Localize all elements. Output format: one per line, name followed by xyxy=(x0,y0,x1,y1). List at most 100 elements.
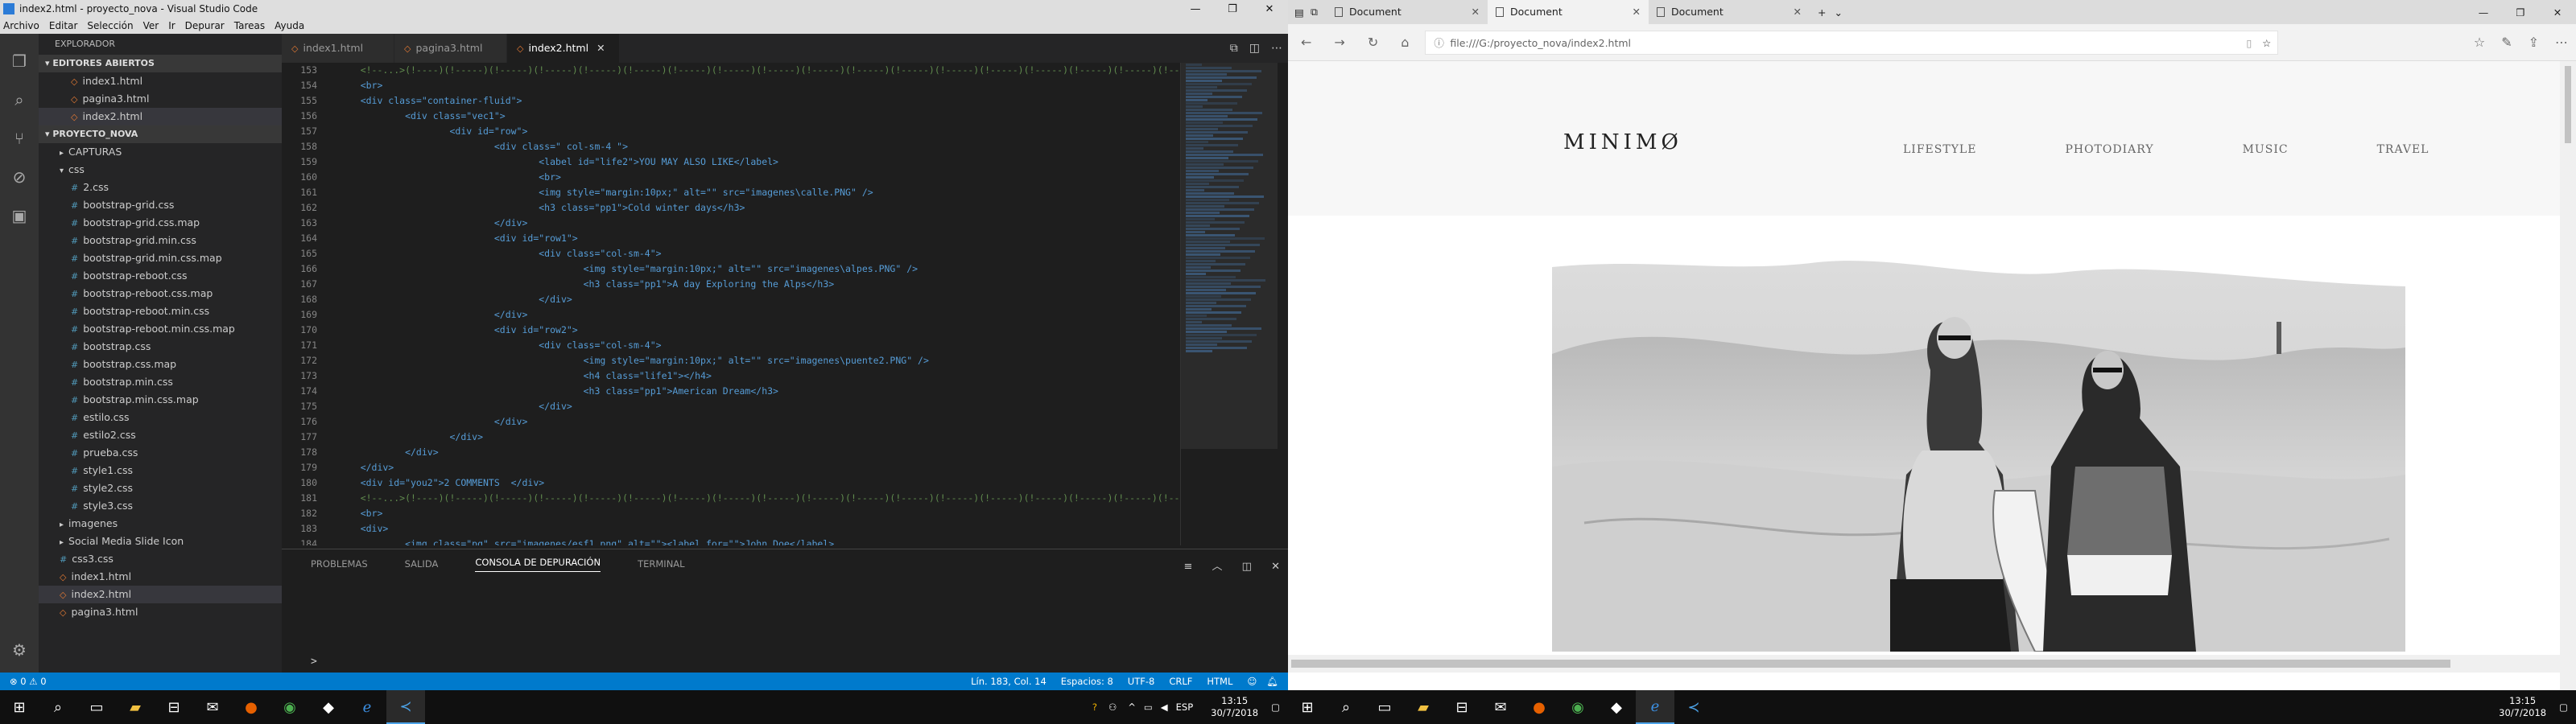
panel-tab[interactable]: TERMINAL xyxy=(638,558,684,570)
open-editors-header[interactable]: ▾ EDITORES ABIERTOS xyxy=(39,55,282,72)
tree-item[interactable]: ▸ CAPTURAS xyxy=(39,143,282,161)
close-button[interactable]: ✕ xyxy=(1251,3,1288,15)
tree-item[interactable]: # bootstrap.min.css.map xyxy=(39,391,282,409)
site-nav-link[interactable]: TRAVEL xyxy=(2377,143,2429,156)
editor-tab[interactable]: ◇ index1.html xyxy=(282,34,394,63)
chrome-icon[interactable]: ◉ xyxy=(270,690,309,724)
tree-item[interactable]: ▾ css xyxy=(39,161,282,179)
code-editor[interactable]: 153 <!--...>(!----)(!-----)(!-----)(!---… xyxy=(282,63,1183,545)
favorites-icon[interactable]: ☆ xyxy=(2474,35,2485,50)
tree-item[interactable]: # bootstrap-reboot.css.map xyxy=(39,285,282,302)
tree-item[interactable]: # style1.css xyxy=(39,462,282,479)
browser-tab-close-icon[interactable]: ✕ xyxy=(1794,0,1802,24)
notes-pen-icon[interactable]: ✎ xyxy=(2501,35,2512,50)
panel-tab[interactable]: SALIDA xyxy=(405,558,439,570)
new-tab-button[interactable]: + xyxy=(1818,6,1826,19)
tree-item[interactable]: # style3.css xyxy=(39,497,282,515)
show-tabs-icon[interactable]: ⧉ xyxy=(1311,6,1327,19)
tree-item[interactable]: # estilo.css xyxy=(39,409,282,426)
start-button[interactable]: ⊞ xyxy=(0,690,39,724)
search-taskbar-icon[interactable]: ⌕ xyxy=(39,690,77,724)
explorer-icon[interactable]: ❐ xyxy=(10,51,29,71)
network-icon[interactable]: ▭ xyxy=(1144,701,1153,713)
feedback-icon[interactable]: ☺ xyxy=(1247,676,1257,687)
extensions-icon[interactable]: ▣ xyxy=(10,206,29,225)
tree-item[interactable]: # estilo2.css xyxy=(39,426,282,444)
open-editor-item[interactable]: ◇ index2.html xyxy=(39,108,282,125)
edge-icon[interactable]: ℯ xyxy=(348,690,386,724)
start-button-2[interactable]: ⊞ xyxy=(1288,690,1327,724)
tree-item[interactable]: # bootstrap-grid.css xyxy=(39,196,282,214)
search-taskbar-icon-2[interactable]: ⌕ xyxy=(1327,690,1365,724)
reading-view-icon[interactable]: ▯ xyxy=(2246,31,2252,56)
tree-item[interactable]: # bootstrap-grid.min.css.map xyxy=(39,249,282,267)
panel-tab[interactable]: CONSOLA DE DEPURACIÓN xyxy=(475,557,601,572)
edge-close-button[interactable]: ✕ xyxy=(2539,6,2576,19)
site-nav-link[interactable]: PHOTODIARY xyxy=(2065,143,2153,156)
menu-item[interactable]: Ir xyxy=(168,20,175,31)
forward-icon[interactable]: → xyxy=(1334,35,1344,50)
open-editor-item[interactable]: ◇ index1.html xyxy=(39,72,282,90)
url-field[interactable]: ⓘ file:///G:/proyecto_nova/index2.html ▯… xyxy=(1425,30,2279,56)
editor-tab[interactable]: ◇ index2.html ✕ xyxy=(507,34,620,63)
tab-preview-chevron-icon[interactable]: ⌄ xyxy=(1834,6,1842,19)
file-explorer-icon-2[interactable]: ▰ xyxy=(1404,690,1443,724)
problems-count[interactable]: ⊗ 0 ⚠ 0 xyxy=(10,676,47,687)
task-view-icon-2[interactable]: ▭ xyxy=(1365,690,1404,724)
tree-item[interactable]: # bootstrap-reboot.min.css xyxy=(39,302,282,320)
home-icon[interactable]: ⌂ xyxy=(1401,35,1409,50)
store-icon-2[interactable]: ⊟ xyxy=(1443,690,1481,724)
settings-gear-icon[interactable]: ⚙ xyxy=(10,640,29,660)
menu-item[interactable]: Editar xyxy=(49,20,78,31)
browser-tab-close-icon[interactable]: ✕ xyxy=(1633,0,1641,24)
edge-minimize-button[interactable]: — xyxy=(2465,6,2502,19)
share-icon[interactable]: ⇪ xyxy=(2529,35,2539,50)
menu-item[interactable]: Selección xyxy=(87,20,133,31)
browser-tab-close-icon[interactable]: ✕ xyxy=(1472,0,1480,24)
mail-icon[interactable]: ✉ xyxy=(193,690,232,724)
tabs-aside-icon[interactable]: ▤ xyxy=(1294,6,1311,19)
app-icon-2[interactable]: ◆ xyxy=(1597,690,1636,724)
status-item[interactable]: HTML xyxy=(1207,676,1232,687)
tree-item[interactable]: # prueba.css xyxy=(39,444,282,462)
minimap[interactable] xyxy=(1180,63,1278,545)
open-editor-item[interactable]: ◇ pagina3.html xyxy=(39,90,282,108)
firefox-icon[interactable]: ● xyxy=(232,690,270,724)
status-item[interactable]: CRLF xyxy=(1169,676,1192,687)
minimize-button[interactable]: — xyxy=(1177,3,1214,15)
menu-item[interactable]: Ayuda xyxy=(275,20,304,31)
settings-more-icon[interactable]: ⋯ xyxy=(2555,35,2568,50)
tree-item[interactable]: # bootstrap.css.map xyxy=(39,356,282,373)
tree-item[interactable]: #2.css xyxy=(39,179,282,196)
edge-maximize-button[interactable]: ❐ xyxy=(2502,6,2539,19)
bell-icon[interactable]: 🔔︎ xyxy=(1266,676,1278,687)
source-control-icon[interactable]: ⑂ xyxy=(10,129,29,148)
tree-item[interactable]: # bootstrap-reboot.min.css.map xyxy=(39,320,282,338)
chrome-icon-2[interactable]: ◉ xyxy=(1558,690,1597,724)
help-icon[interactable]: ? xyxy=(1092,701,1097,713)
site-nav-link[interactable]: MUSIC xyxy=(2243,143,2289,156)
tree-item[interactable]: # bootstrap.min.css xyxy=(39,373,282,391)
status-item[interactable]: Lín. 183, Col. 14 xyxy=(971,676,1046,687)
tab-close-icon[interactable]: ✕ xyxy=(597,42,605,54)
search-icon[interactable]: ⌕ xyxy=(10,90,29,109)
volume-icon[interactable]: ◀ xyxy=(1161,701,1168,713)
tree-item[interactable]: # bootstrap-grid.css.map xyxy=(39,214,282,232)
tree-item[interactable]: ▸ imagenes xyxy=(39,515,282,533)
firefox-icon-2[interactable]: ● xyxy=(1520,690,1558,724)
notifications-icon-2[interactable]: ▢ xyxy=(2559,701,2568,713)
favorite-star-icon[interactable]: ☆ xyxy=(2262,31,2271,56)
app-icon[interactable]: ◆ xyxy=(309,690,348,724)
tree-item[interactable]: # bootstrap.css xyxy=(39,338,282,356)
menu-item[interactable]: Depurar xyxy=(185,20,225,31)
more-actions-icon[interactable]: ⋯ xyxy=(1271,42,1282,55)
tree-item[interactable]: # bootstrap-reboot.css xyxy=(39,267,282,285)
file-explorer-icon[interactable]: ▰ xyxy=(116,690,155,724)
notifications-icon[interactable]: ▢ xyxy=(1271,701,1280,713)
panel-close-icon[interactable]: ✕ xyxy=(1271,561,1280,573)
people-icon[interactable]: ⚇ xyxy=(1108,701,1117,713)
clock-2[interactable]: 13:15 30/7/2018 xyxy=(2499,695,2546,719)
split-editor-icon[interactable]: ◫ xyxy=(1249,42,1260,55)
menu-item[interactable]: Ver xyxy=(143,20,159,31)
status-item[interactable]: UTF-8 xyxy=(1128,676,1155,687)
